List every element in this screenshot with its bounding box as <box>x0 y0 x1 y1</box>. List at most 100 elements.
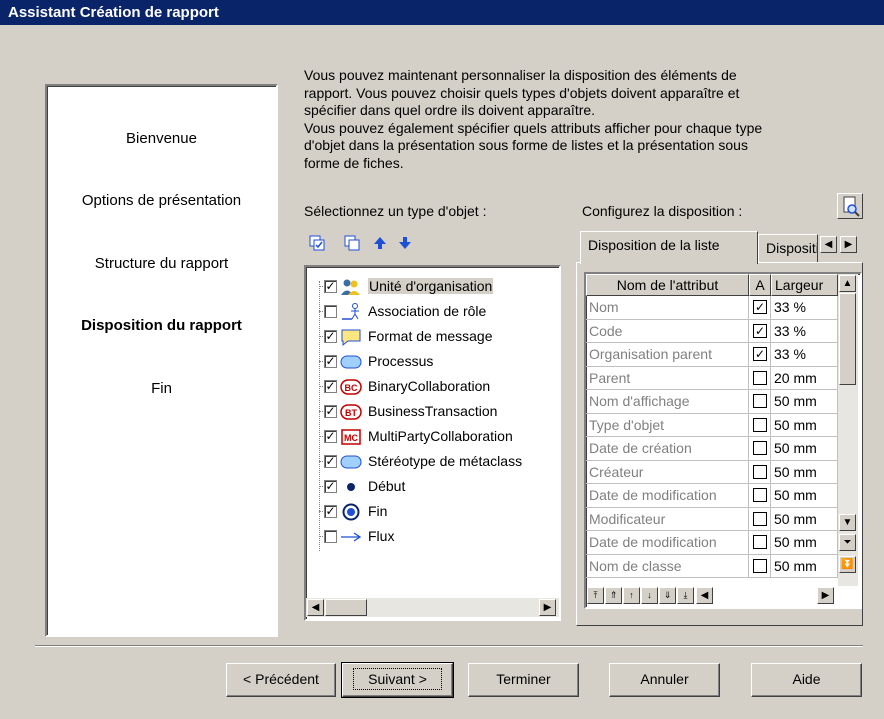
tree-item[interactable]: Association de rôle <box>306 300 559 325</box>
attribute-name-cell[interactable]: Nom de classe <box>586 554 749 578</box>
checkbox[interactable]: ✓ <box>753 323 767 338</box>
checkbox[interactable] <box>324 530 337 543</box>
grid-scroll-right-button[interactable]: ▶ <box>817 587 834 604</box>
attribute-width-cell[interactable]: 50 mm <box>771 413 838 437</box>
tree-item[interactable]: ✓ MC MultiPartyCollaboration <box>306 425 559 450</box>
checkbox[interactable]: ✓ <box>324 480 337 493</box>
grid-row[interactable]: Créateur 50 mm <box>586 460 838 484</box>
attribute-name-cell[interactable]: Parent <box>586 366 749 390</box>
attribute-width-cell[interactable]: 50 mm <box>771 531 838 555</box>
attribute-name-cell[interactable]: Code <box>586 319 749 343</box>
help-button[interactable]: Aide <box>751 663 862 697</box>
deselect-all-icon[interactable] <box>343 234 361 252</box>
attribute-width-cell[interactable]: 20 mm <box>771 366 838 390</box>
previous-button[interactable]: < Précédent <box>226 663 336 697</box>
tree-item[interactable]: ✓ Début <box>306 475 559 500</box>
move-up-icon[interactable]: ↑ <box>623 587 640 604</box>
checkbox[interactable] <box>753 535 767 549</box>
tree-item[interactable]: ✓ BT BusinessTransaction <box>306 400 559 425</box>
checkbox[interactable]: ✓ <box>324 455 337 468</box>
checkbox[interactable]: ✓ <box>324 505 337 518</box>
move-down-many-icon[interactable]: ⇓ <box>659 587 676 604</box>
grid-row[interactable]: Nom de classe 50 mm <box>586 554 838 578</box>
checkbox[interactable]: ✓ <box>324 330 337 343</box>
grid-row[interactable]: Modificateur 50 mm <box>586 507 838 531</box>
print-preview-button[interactable] <box>837 193 863 219</box>
column-header-attribute-name[interactable]: Nom de l'attribut <box>586 274 749 296</box>
grid-row[interactable]: Parent 20 mm <box>586 366 838 390</box>
finish-button[interactable]: Terminer <box>468 663 579 697</box>
scroll-down-button[interactable]: ▼ <box>839 514 856 531</box>
checkbox[interactable] <box>753 394 767 408</box>
attribute-width-cell[interactable]: 50 mm <box>771 484 838 508</box>
grid-row[interactable]: Type d'objet 50 mm <box>586 413 838 437</box>
checkbox[interactable]: ✓ <box>324 380 337 393</box>
move-bottom-icon[interactable]: ⤓ <box>677 587 694 604</box>
grid-row[interactable]: Date de modification 50 mm <box>586 484 838 508</box>
object-type-tree[interactable]: ✓ Unité d'organisation Association de rô… <box>304 265 561 621</box>
checkbox[interactable]: ✓ <box>324 280 337 293</box>
move-down-icon[interactable]: ↓ <box>641 587 658 604</box>
grid-vertical-scrollbar[interactable]: ▲ ▼ ⏷ ⏬ <box>838 274 858 586</box>
attribute-width-cell[interactable]: 33 % <box>771 343 838 367</box>
checkbox[interactable] <box>753 417 767 432</box>
attribute-name-cell[interactable]: Date de modification <box>586 484 749 508</box>
checkbox[interactable] <box>753 441 767 455</box>
move-up-many-icon[interactable]: ⇑ <box>605 587 622 604</box>
attribute-name-cell[interactable]: Type d'objet <box>586 413 749 437</box>
attribute-width-cell[interactable]: 33 % <box>771 296 838 320</box>
tree-item[interactable]: ✓ Fin <box>306 500 559 525</box>
scroll-thumb[interactable] <box>839 293 856 385</box>
attribute-width-cell[interactable]: 50 mm <box>771 507 838 531</box>
attribute-width-cell[interactable]: 50 mm <box>771 554 838 578</box>
grid-row[interactable]: Nom d'affichage 50 mm <box>586 390 838 414</box>
next-button[interactable]: Suivant > <box>341 662 454 698</box>
checkbox[interactable]: ✓ <box>324 430 337 443</box>
checkbox[interactable] <box>753 488 767 502</box>
scroll-left-button[interactable]: ◀ <box>307 599 324 616</box>
select-all-icon[interactable] <box>308 234 326 252</box>
attribute-name-cell[interactable]: Modificateur <box>586 507 749 531</box>
attribute-width-cell[interactable]: 50 mm <box>771 460 838 484</box>
tree-horizontal-scrollbar[interactable]: ◀ ▶ <box>306 598 559 617</box>
attribute-grid[interactable]: Nom de l'attribut A Largeur Nom ✓ 33 % Code… <box>584 272 862 609</box>
column-header-width[interactable]: Largeur <box>771 274 838 296</box>
tab-card-layout[interactable]: Disposition des fiches <box>758 234 818 263</box>
tree-item[interactable]: ✓ Stéréotype de métaclass <box>306 450 559 475</box>
attribute-width-cell[interactable]: 33 % <box>771 319 838 343</box>
tree-item[interactable]: ✓ BC BinaryCollaboration <box>306 375 559 400</box>
tab-list-layout[interactable]: Disposition de la liste <box>580 231 758 264</box>
scroll-up-button[interactable]: ▲ <box>839 275 856 292</box>
cancel-button[interactable]: Annuler <box>609 663 720 697</box>
checkbox[interactable] <box>753 464 767 479</box>
scroll-page-down-button[interactable]: ⏷ <box>839 534 856 551</box>
move-up-icon[interactable] <box>371 234 389 252</box>
scroll-end-button[interactable]: ⏬ <box>839 556 856 573</box>
checkbox[interactable]: ✓ <box>753 300 767 314</box>
move-top-icon[interactable]: ⤒ <box>587 587 604 604</box>
tree-item[interactable]: ✓ Unité d'organisation <box>306 275 559 300</box>
grid-row[interactable]: Nom ✓ 33 % <box>586 296 838 320</box>
tab-scroll-left-button[interactable]: ◀ <box>820 236 837 253</box>
attribute-name-cell[interactable]: Nom <box>586 296 749 320</box>
checkbox[interactable]: ✓ <box>753 347 767 361</box>
checkbox[interactable] <box>753 511 767 526</box>
grid-scroll-left-button[interactable]: ◀ <box>696 587 713 604</box>
attribute-width-cell[interactable]: 50 mm <box>771 437 838 461</box>
attribute-name-cell[interactable]: Date de modification <box>586 531 749 555</box>
tree-item[interactable]: Flux <box>306 525 559 550</box>
grid-row[interactable]: Date de création 50 mm <box>586 437 838 461</box>
checkbox[interactable] <box>753 558 767 573</box>
tree-item[interactable]: ✓ Format de message <box>306 325 559 350</box>
attribute-name-cell[interactable]: Organisation parent <box>586 343 749 367</box>
column-header-a[interactable]: A <box>749 274 771 296</box>
grid-row[interactable]: Organisation parent ✓ 33 % <box>586 343 838 367</box>
scroll-thumb[interactable] <box>325 599 367 616</box>
checkbox[interactable] <box>324 305 337 318</box>
grid-row[interactable]: Code ✓ 33 % <box>586 319 838 343</box>
attribute-name-cell[interactable]: Nom d'affichage <box>586 390 749 414</box>
checkbox[interactable]: ✓ <box>324 355 337 368</box>
checkbox[interactable] <box>753 370 767 385</box>
attribute-width-cell[interactable]: 50 mm <box>771 390 838 414</box>
attribute-name-cell[interactable]: Date de création <box>586 437 749 461</box>
